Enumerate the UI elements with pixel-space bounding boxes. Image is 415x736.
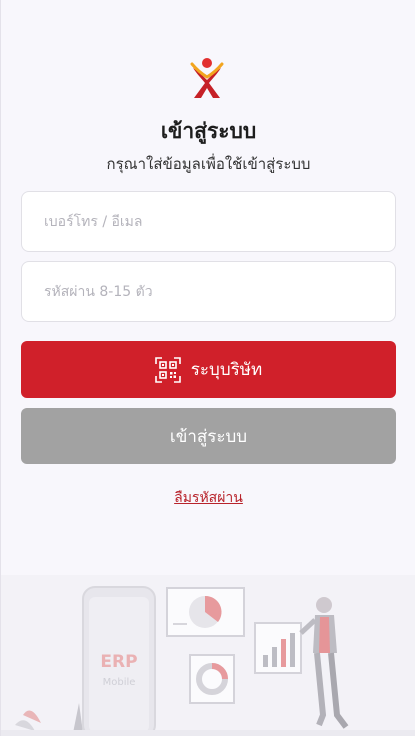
page-title: เข้าสู่ระบบ xyxy=(160,119,257,143)
login-label: เข้าสู่ระบบ xyxy=(169,426,248,447)
username-input[interactable] xyxy=(21,191,396,252)
login-screen: เข้าสู่ระบบ กรุณาใส่ข้อมูลเพื่อใช้เข้าสู… xyxy=(0,0,415,736)
erp-mobile-illustration: ERP Mobile xyxy=(1,575,415,736)
phone-subtitle: Mobile xyxy=(103,677,136,688)
qr-code-icon xyxy=(154,356,181,383)
select-company-button[interactable]: ระบุบริษัท xyxy=(21,341,396,398)
brand-logo-icon xyxy=(190,58,224,98)
forgot-password-link[interactable]: ลืมรหัสผ่าน xyxy=(1,487,415,509)
select-company-label: ระบุบริษัท xyxy=(190,360,263,380)
phone-title: ERP xyxy=(100,652,137,672)
password-input[interactable] xyxy=(21,261,396,322)
login-button[interactable]: เข้าสู่ระบบ xyxy=(21,408,396,464)
page-subtitle: กรุณาใส่ข้อมูลเพื่อใช้เข้าสู่ระบบ xyxy=(106,155,311,173)
